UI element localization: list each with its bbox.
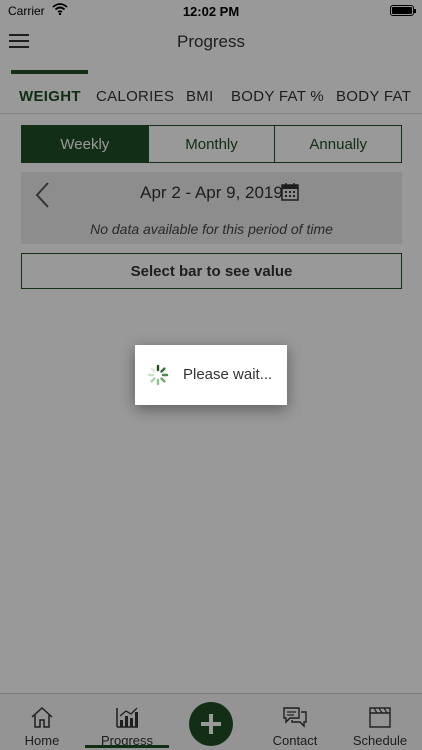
- loading-spinner-icon: [147, 364, 169, 386]
- loading-dialog: Please wait...: [135, 345, 287, 405]
- loading-text: Please wait...: [183, 366, 273, 383]
